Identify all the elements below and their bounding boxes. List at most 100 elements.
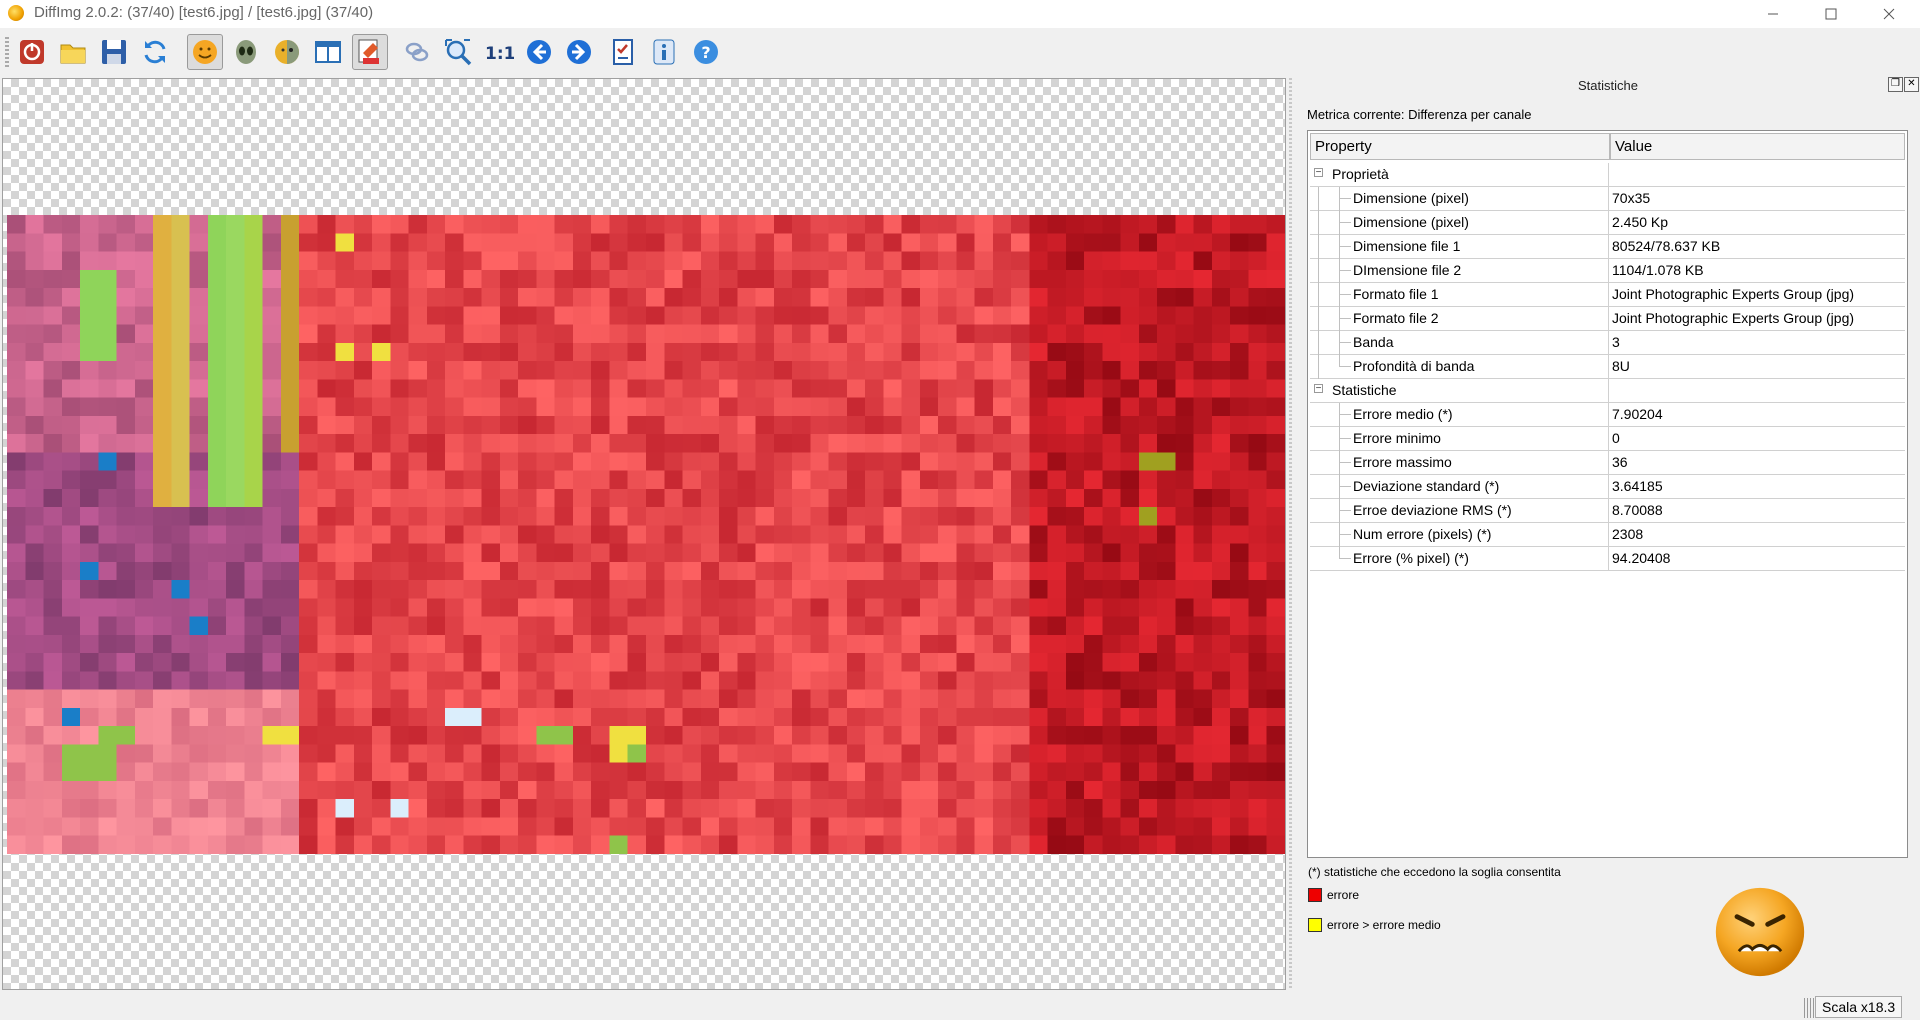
table-row[interactable]: Errore (% pixel) (*) 94.20408: [1310, 547, 1905, 571]
table-row[interactable]: Profondità di banda 8U: [1310, 355, 1905, 379]
close-button[interactable]: [1866, 0, 1912, 28]
dock-float-button[interactable]: ❐: [1888, 77, 1903, 92]
legend-swatch-red: [1308, 888, 1322, 902]
checklist-icon: [613, 39, 633, 65]
property-cell: Erroe deviazione RMS (*): [1310, 499, 1609, 523]
group-name-cell: − Proprietà: [1310, 163, 1609, 187]
legend-swatch-yellow: [1308, 918, 1322, 932]
smiley-button[interactable]: [187, 34, 223, 70]
status-grip: [1804, 998, 1814, 1018]
maximize-button[interactable]: [1808, 0, 1854, 28]
mixed-smiley-button[interactable]: [269, 34, 305, 70]
group-value-cell: [1609, 163, 1905, 187]
property-cell: Dimensione (pixel): [1310, 187, 1609, 211]
difference-mask-button[interactable]: [352, 34, 388, 70]
group-name-cell: − Statistiche: [1310, 379, 1609, 403]
property-name: Dimensione file 1: [1353, 238, 1461, 254]
checklist-button[interactable]: [605, 34, 641, 70]
value-cell: 7.90204: [1609, 403, 1905, 427]
table-group-row[interactable]: − Statistiche: [1310, 379, 1905, 403]
dock-splitter[interactable]: [1289, 78, 1292, 990]
table-row[interactable]: Erroe deviazione RMS (*) 8.70088: [1310, 499, 1905, 523]
collapse-icon[interactable]: −: [1314, 384, 1323, 394]
link-icon: [405, 42, 429, 62]
value-cell: 70x35: [1609, 187, 1905, 211]
property-name: Errore medio (*): [1353, 406, 1453, 422]
app-icon: [8, 5, 24, 21]
value-cell: 8.70088: [1609, 499, 1905, 523]
zoom-fit-button[interactable]: [440, 34, 476, 70]
table-row[interactable]: Dimensione (pixel) 70x35: [1310, 187, 1905, 211]
image-viewer[interactable]: [2, 78, 1286, 990]
header-value[interactable]: Value: [1610, 133, 1905, 160]
table-row[interactable]: Dimensione (pixel) 2.450 Kp: [1310, 211, 1905, 235]
table-row[interactable]: Num errore (pixels) (*) 2308: [1310, 523, 1905, 547]
minimize-icon: [1768, 13, 1778, 15]
property-name: Num errore (pixels) (*): [1353, 526, 1492, 542]
property-cell: Deviazione standard (*): [1310, 475, 1609, 499]
property-cell: Formato file 1: [1310, 283, 1609, 307]
title-bar: DiffImg 2.0.2: (37/40) [test6.jpg] / [te…: [0, 0, 1920, 28]
zoom-level: Scala x18.3: [1815, 996, 1903, 1018]
window-title: DiffImg 2.0.2: (37/40) [test6.jpg] / [te…: [34, 4, 374, 21]
property-cell: Num errore (pixels) (*): [1310, 523, 1609, 547]
table-body: − Proprietà Dimensione (pixel) 70x35 Dimensi…: [1310, 163, 1905, 571]
minimize-button[interactable]: [1750, 0, 1796, 28]
difference-mask-icon: [358, 39, 379, 64]
refresh-icon: [144, 40, 166, 64]
statistics-dock-titlebar: Statistiche ❐ ✕: [1296, 77, 1920, 93]
info-button[interactable]: [646, 34, 682, 70]
quit-icon: [20, 40, 44, 64]
property-cell: Formato file 2: [1310, 307, 1609, 331]
toolbar: 1:1 ?: [0, 30, 1920, 74]
property-cell: Errore (% pixel) (*): [1310, 547, 1609, 571]
angry-face-icon: [1712, 884, 1808, 980]
previous-button[interactable]: [521, 34, 557, 70]
property-cell: Dimensione file 1: [1310, 235, 1609, 259]
table-row[interactable]: Formato file 1 Joint Photographic Experts…: [1310, 283, 1905, 307]
table-row[interactable]: Formato file 2 Joint Photographic Experts…: [1310, 307, 1905, 331]
toolbar-grip[interactable]: [5, 37, 9, 69]
zoom-one-to-one-button[interactable]: 1:1: [481, 34, 517, 70]
zoom-one-to-one-icon: 1:1: [485, 44, 514, 64]
next-arrow-icon: [567, 40, 591, 64]
quit-button[interactable]: [14, 34, 50, 70]
property-name: Deviazione standard (*): [1353, 478, 1500, 494]
value-cell: 94.20408: [1609, 547, 1905, 571]
split-view-icon: [315, 41, 341, 63]
property-cell: Errore medio (*): [1310, 403, 1609, 427]
property-cell: Errore minimo: [1310, 427, 1609, 451]
group-value-cell: [1609, 379, 1905, 403]
table-group-row[interactable]: − Proprietà: [1310, 163, 1905, 187]
alien-button[interactable]: [228, 34, 264, 70]
table-row[interactable]: Errore minimo 0: [1310, 427, 1905, 451]
help-button[interactable]: ?: [688, 34, 724, 70]
value-cell: Joint Photographic Experts Group (jpg): [1609, 307, 1905, 331]
maximize-icon: [1825, 8, 1837, 20]
link-button[interactable]: [399, 34, 435, 70]
value-cell: 36: [1609, 451, 1905, 475]
difference-image[interactable]: [7, 215, 1285, 854]
save-button[interactable]: [96, 34, 132, 70]
header-property[interactable]: Property: [1310, 133, 1610, 160]
dock-close-button[interactable]: ✕: [1904, 77, 1919, 92]
value-cell: 2308: [1609, 523, 1905, 547]
next-button[interactable]: [561, 34, 597, 70]
table-row[interactable]: Errore massimo 36: [1310, 451, 1905, 475]
properties-table[interactable]: Property Value − Proprietà Dimensione (pix…: [1307, 130, 1908, 858]
table-row[interactable]: Errore medio (*) 7.90204: [1310, 403, 1905, 427]
open-button[interactable]: [55, 34, 91, 70]
legend-error-above-mean: errore > errore medio: [1308, 918, 1441, 932]
table-row[interactable]: Banda 3: [1310, 331, 1905, 355]
smiley-icon: [193, 40, 217, 64]
svg-text:?: ?: [701, 43, 710, 62]
refresh-button[interactable]: [137, 34, 173, 70]
table-row[interactable]: Deviazione standard (*) 3.64185: [1310, 475, 1905, 499]
table-row[interactable]: Dimensione file 1 80524/78.637 KB: [1310, 235, 1905, 259]
zoom-one-to-one-label: 1:1: [485, 44, 514, 64]
legend-label: errore > errore medio: [1327, 918, 1441, 932]
threshold-footnote: (*) statistiche che eccedono la soglia c…: [1308, 865, 1561, 879]
collapse-icon[interactable]: −: [1314, 168, 1323, 178]
split-view-button[interactable]: [310, 34, 346, 70]
table-row[interactable]: DImensione file 2 1104/1.078 KB: [1310, 259, 1905, 283]
